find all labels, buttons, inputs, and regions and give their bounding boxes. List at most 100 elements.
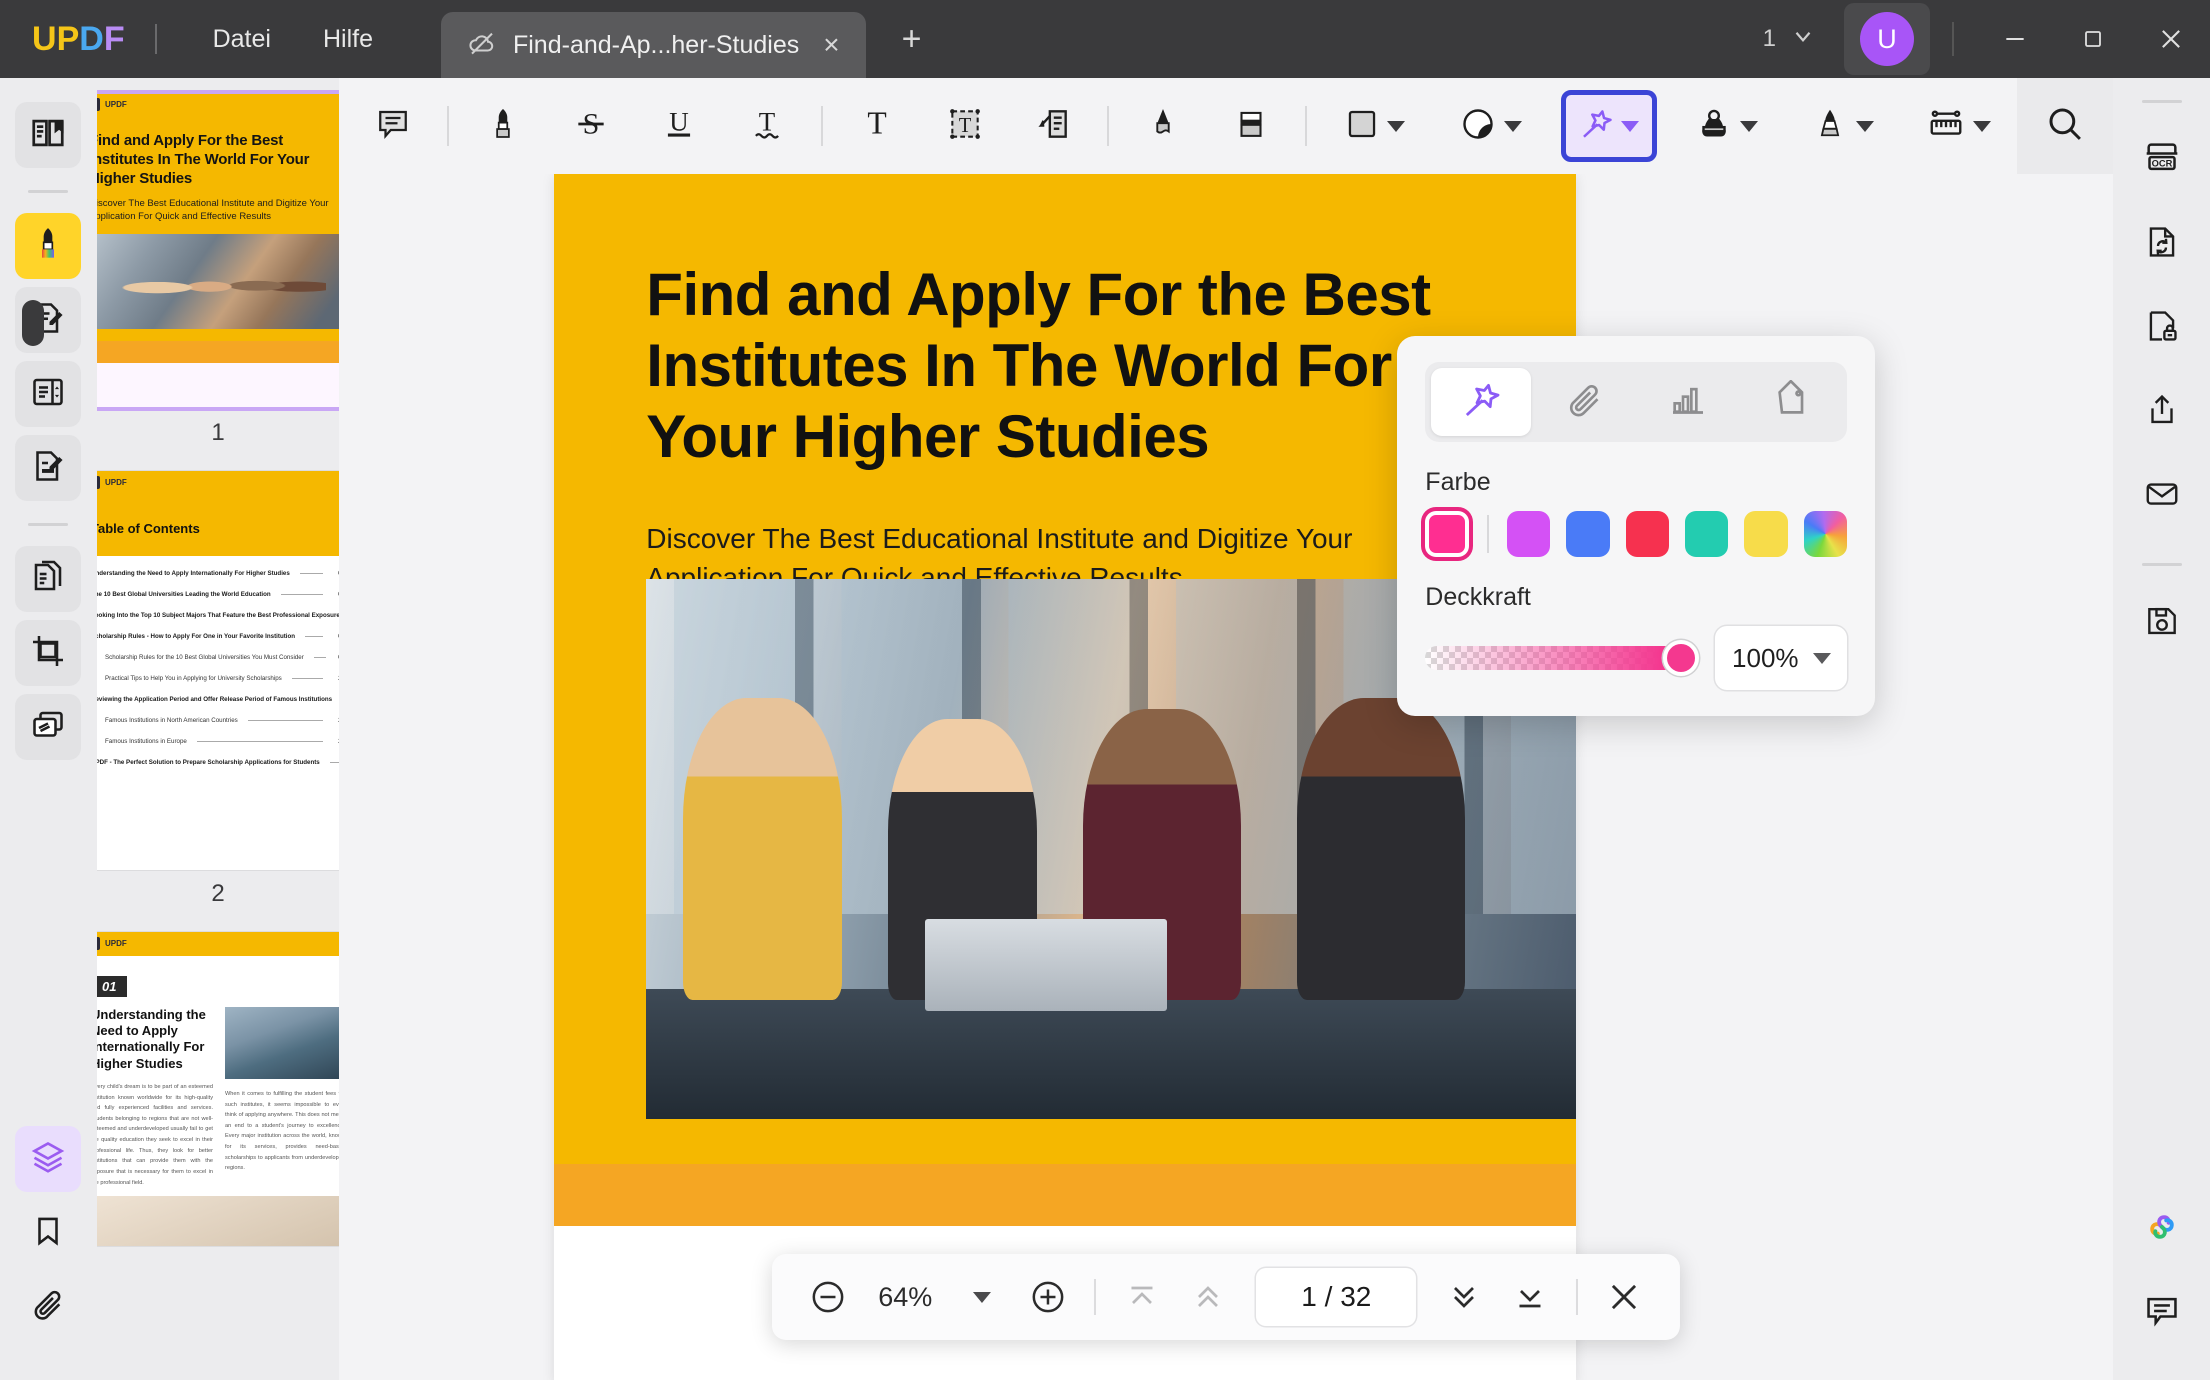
tool-squiggly-underline[interactable]: T	[735, 94, 799, 158]
color-swatch-teal[interactable]	[1685, 511, 1728, 557]
tool-measure[interactable]	[1913, 94, 2005, 158]
first-page-button[interactable]	[1112, 1267, 1172, 1327]
close-button[interactable]	[2132, 0, 2210, 78]
right-item-comments[interactable]	[2129, 1280, 2195, 1346]
annotation-toolbar: S U T	[339, 78, 2113, 174]
color-swatch-pink[interactable]	[1425, 511, 1468, 557]
toc-list: Understanding the Need to Apply Internat…	[97, 556, 340, 800]
document-canvas[interactable]: Find and Apply For the Best Institutes I…	[339, 174, 2113, 1380]
zoom-in-button[interactable]	[1018, 1267, 1078, 1327]
color-swatch-yellow[interactable]	[1744, 511, 1787, 557]
color-swatch-blue[interactable]	[1566, 511, 1609, 557]
color-swatch-red[interactable]	[1626, 511, 1669, 557]
thumbnail-page-3[interactable]: UPDF 01 Understanding the Need to Apply …	[97, 932, 340, 1246]
tool-sticky-note[interactable]	[361, 94, 425, 158]
maximize-button[interactable]	[2054, 0, 2132, 78]
sidebar-item-reader-mode[interactable]	[15, 102, 81, 168]
layers-icon	[30, 1139, 66, 1180]
tool-stamp[interactable]	[1681, 94, 1773, 158]
close-navbar-button[interactable]	[1594, 1267, 1654, 1327]
tool-highlight-text[interactable]	[471, 94, 535, 158]
new-tab-button[interactable]: +	[892, 20, 932, 59]
chevron-down-icon[interactable]	[1387, 121, 1405, 132]
tool-add-text[interactable]: T	[845, 94, 909, 158]
tag-icon	[1772, 380, 1812, 425]
sidebar-item-crop-page[interactable]	[15, 620, 81, 686]
zoom-out-button[interactable]	[798, 1267, 858, 1327]
chevron-down-icon[interactable]	[1504, 121, 1522, 132]
document-tab[interactable]: Find-and-Ap...her-Studies ×	[441, 12, 866, 78]
title-bar: U P D F Datei Hilfe Find-and-Ap...her-St…	[0, 0, 2210, 78]
sidebar-item-batch-process[interactable]	[15, 694, 81, 760]
sidebar-item-layers[interactable]	[15, 1126, 81, 1192]
color-swatch-purple[interactable]	[1507, 511, 1550, 557]
right-item-email[interactable]	[2129, 463, 2195, 529]
tool-text-box[interactable]: T	[933, 94, 997, 158]
opacity-value-dropdown[interactable]: 100%	[1715, 626, 1847, 690]
account-button[interactable]: U	[1844, 3, 1930, 75]
right-item-ai-assistant[interactable]	[2129, 1196, 2195, 1262]
thumbnail-page-2[interactable]: UPDF Table of Contents Understanding the…	[97, 471, 340, 870]
right-item-ocr[interactable]: OCR	[2129, 127, 2195, 193]
sidebar-item-organize-pages[interactable]	[15, 361, 81, 427]
toc-leader	[281, 594, 323, 595]
last-page-button[interactable]	[1500, 1267, 1560, 1327]
tool-shape[interactable]	[1329, 94, 1421, 158]
opacity-slider-knob[interactable]	[1663, 640, 1699, 676]
tool-pencil[interactable]	[1131, 94, 1195, 158]
menu-datei[interactable]: Datei	[187, 19, 297, 60]
menu-hilfe[interactable]: Hilfe	[297, 19, 399, 60]
sidebar-item-bookmarks[interactable]	[15, 1200, 81, 1266]
chevron-down-icon[interactable]	[1621, 121, 1639, 132]
zoom-dropdown-button[interactable]	[952, 1267, 1012, 1327]
panel-tab-tag[interactable]	[1742, 368, 1842, 436]
underline-icon: U	[660, 105, 698, 148]
right-item-save[interactable]	[2129, 590, 2195, 656]
thumbnail-item[interactable]: UPDF 01 Understanding the Need to Apply …	[97, 932, 340, 1246]
opacity-slider[interactable]	[1425, 646, 1693, 670]
tool-pin-sticker[interactable]	[1561, 90, 1657, 162]
tool-callout[interactable]	[1021, 94, 1085, 158]
panel-tab-chart[interactable]	[1638, 368, 1738, 436]
tab-close-button[interactable]: ×	[815, 27, 847, 63]
tool-underline[interactable]: U	[647, 94, 711, 158]
svg-text:U: U	[670, 106, 689, 136]
pin-properties-panel[interactable]: Farbe Deckkraft	[1397, 336, 1875, 716]
tool-signature[interactable]	[1797, 94, 1889, 158]
minimize-button[interactable]	[1976, 0, 2054, 78]
thumbnail-item[interactable]: UPDF Table of Contents Understanding the…	[97, 471, 340, 924]
thumbnail-page-1[interactable]: UPDF Find and Apply For the Best Institu…	[97, 92, 340, 409]
tool-sticker-shape[interactable]	[1445, 94, 1537, 158]
thumbnail-item[interactable]: UPDF Find and Apply For the Best Institu…	[97, 92, 340, 463]
window-count-dropdown[interactable]: 1	[1749, 23, 1830, 56]
sidebar-item-fill-sign[interactable]	[15, 435, 81, 501]
next-page-button[interactable]	[1434, 1267, 1494, 1327]
logo-letter-f: F	[104, 22, 125, 56]
divider	[2142, 563, 2182, 566]
search-button[interactable]	[2017, 78, 2113, 174]
page-indicator-input[interactable]: 1 / 32	[1256, 1268, 1416, 1326]
color-swatch-custom[interactable]	[1804, 511, 1847, 557]
sidebar-item-convert-pdf[interactable]	[15, 546, 81, 612]
sidebar-item-attachments[interactable]	[15, 1274, 81, 1340]
tool-eraser[interactable]	[1219, 94, 1283, 158]
opacity-label: Deckkraft	[1425, 583, 1847, 612]
chevron-down-icon[interactable]	[1740, 121, 1758, 132]
right-item-protect[interactable]	[2129, 295, 2195, 361]
sidebar-item-annotate[interactable]	[15, 213, 81, 279]
tool-strikethrough[interactable]: S	[559, 94, 623, 158]
chevron-down-icon[interactable]	[1856, 121, 1874, 132]
fountain-pen-icon	[1812, 106, 1848, 147]
right-item-share[interactable]	[2129, 379, 2195, 445]
email-icon	[2143, 475, 2181, 518]
right-item-convert[interactable]	[2129, 211, 2195, 277]
divider	[1487, 515, 1489, 553]
divider	[2142, 100, 2182, 103]
panel-tab-pin[interactable]	[1431, 368, 1531, 436]
chevron-down-icon[interactable]	[1973, 121, 1991, 132]
thumbnail-panel[interactable]: UPDF Find and Apply For the Best Institu…	[97, 78, 340, 1380]
sidebar-collapse-handle[interactable]	[22, 300, 44, 346]
toc-label: Famous Institutions in Europe	[105, 738, 187, 745]
previous-page-button[interactable]	[1178, 1267, 1238, 1327]
panel-tab-attachment[interactable]	[1535, 368, 1635, 436]
